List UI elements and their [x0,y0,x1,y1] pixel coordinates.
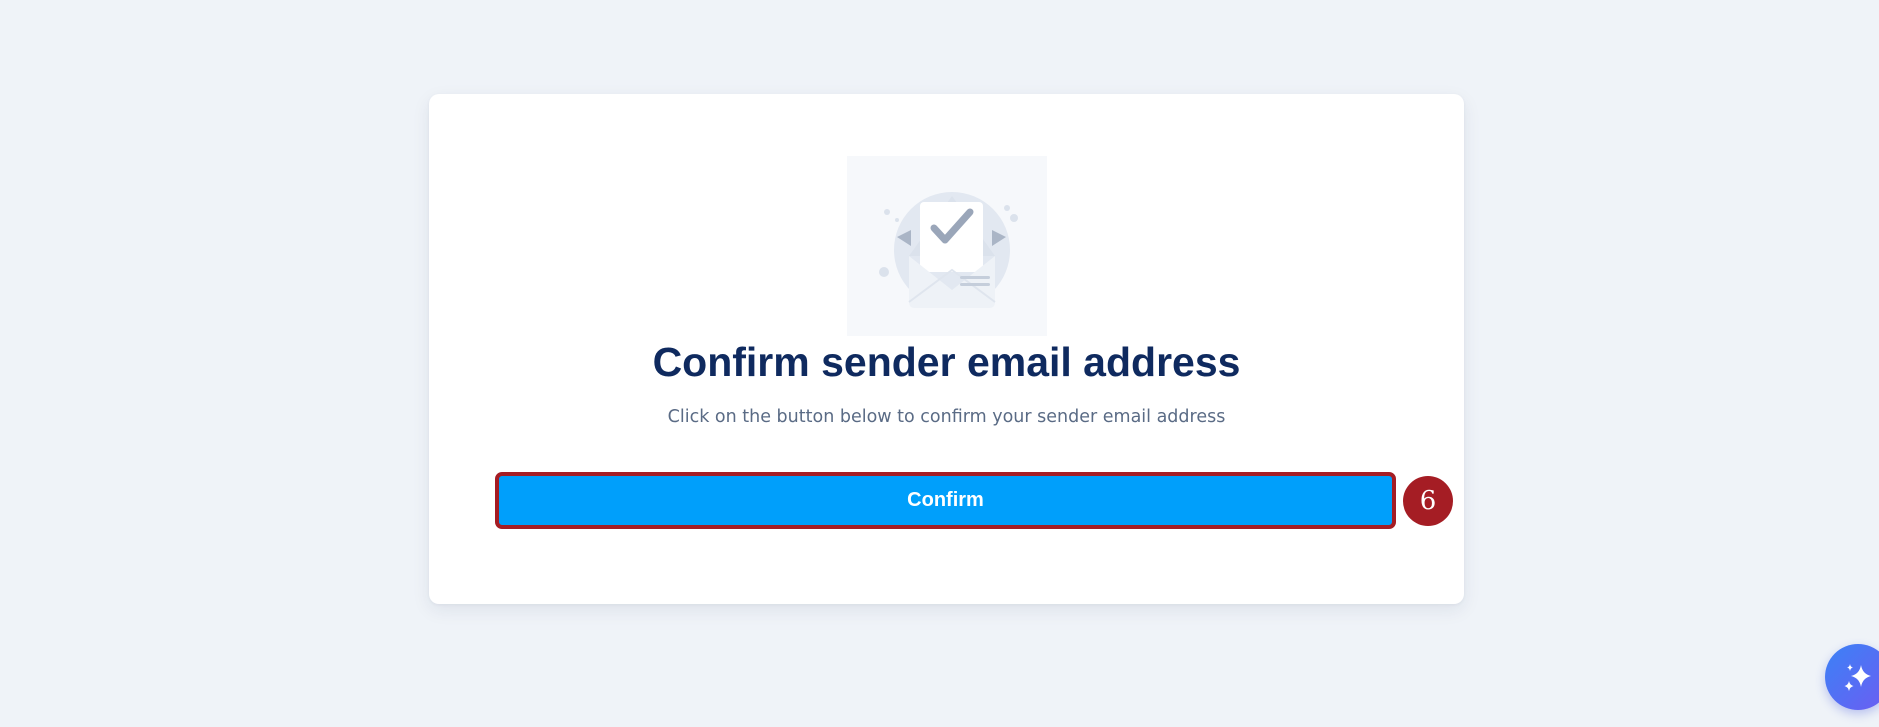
ai-assistant-button[interactable] [1825,644,1879,710]
instruction-text: Click on the button below to confirm you… [667,407,1226,427]
confirm-button[interactable]: Confirm [495,472,1396,529]
envelope-check-icon [847,156,1047,336]
step-number-badge: 6 [1403,476,1453,526]
confirm-email-card: Confirm sender email address Click on th… [429,94,1464,604]
sparkle-icon [1844,664,1871,691]
page-title: Confirm sender email address [652,339,1241,385]
